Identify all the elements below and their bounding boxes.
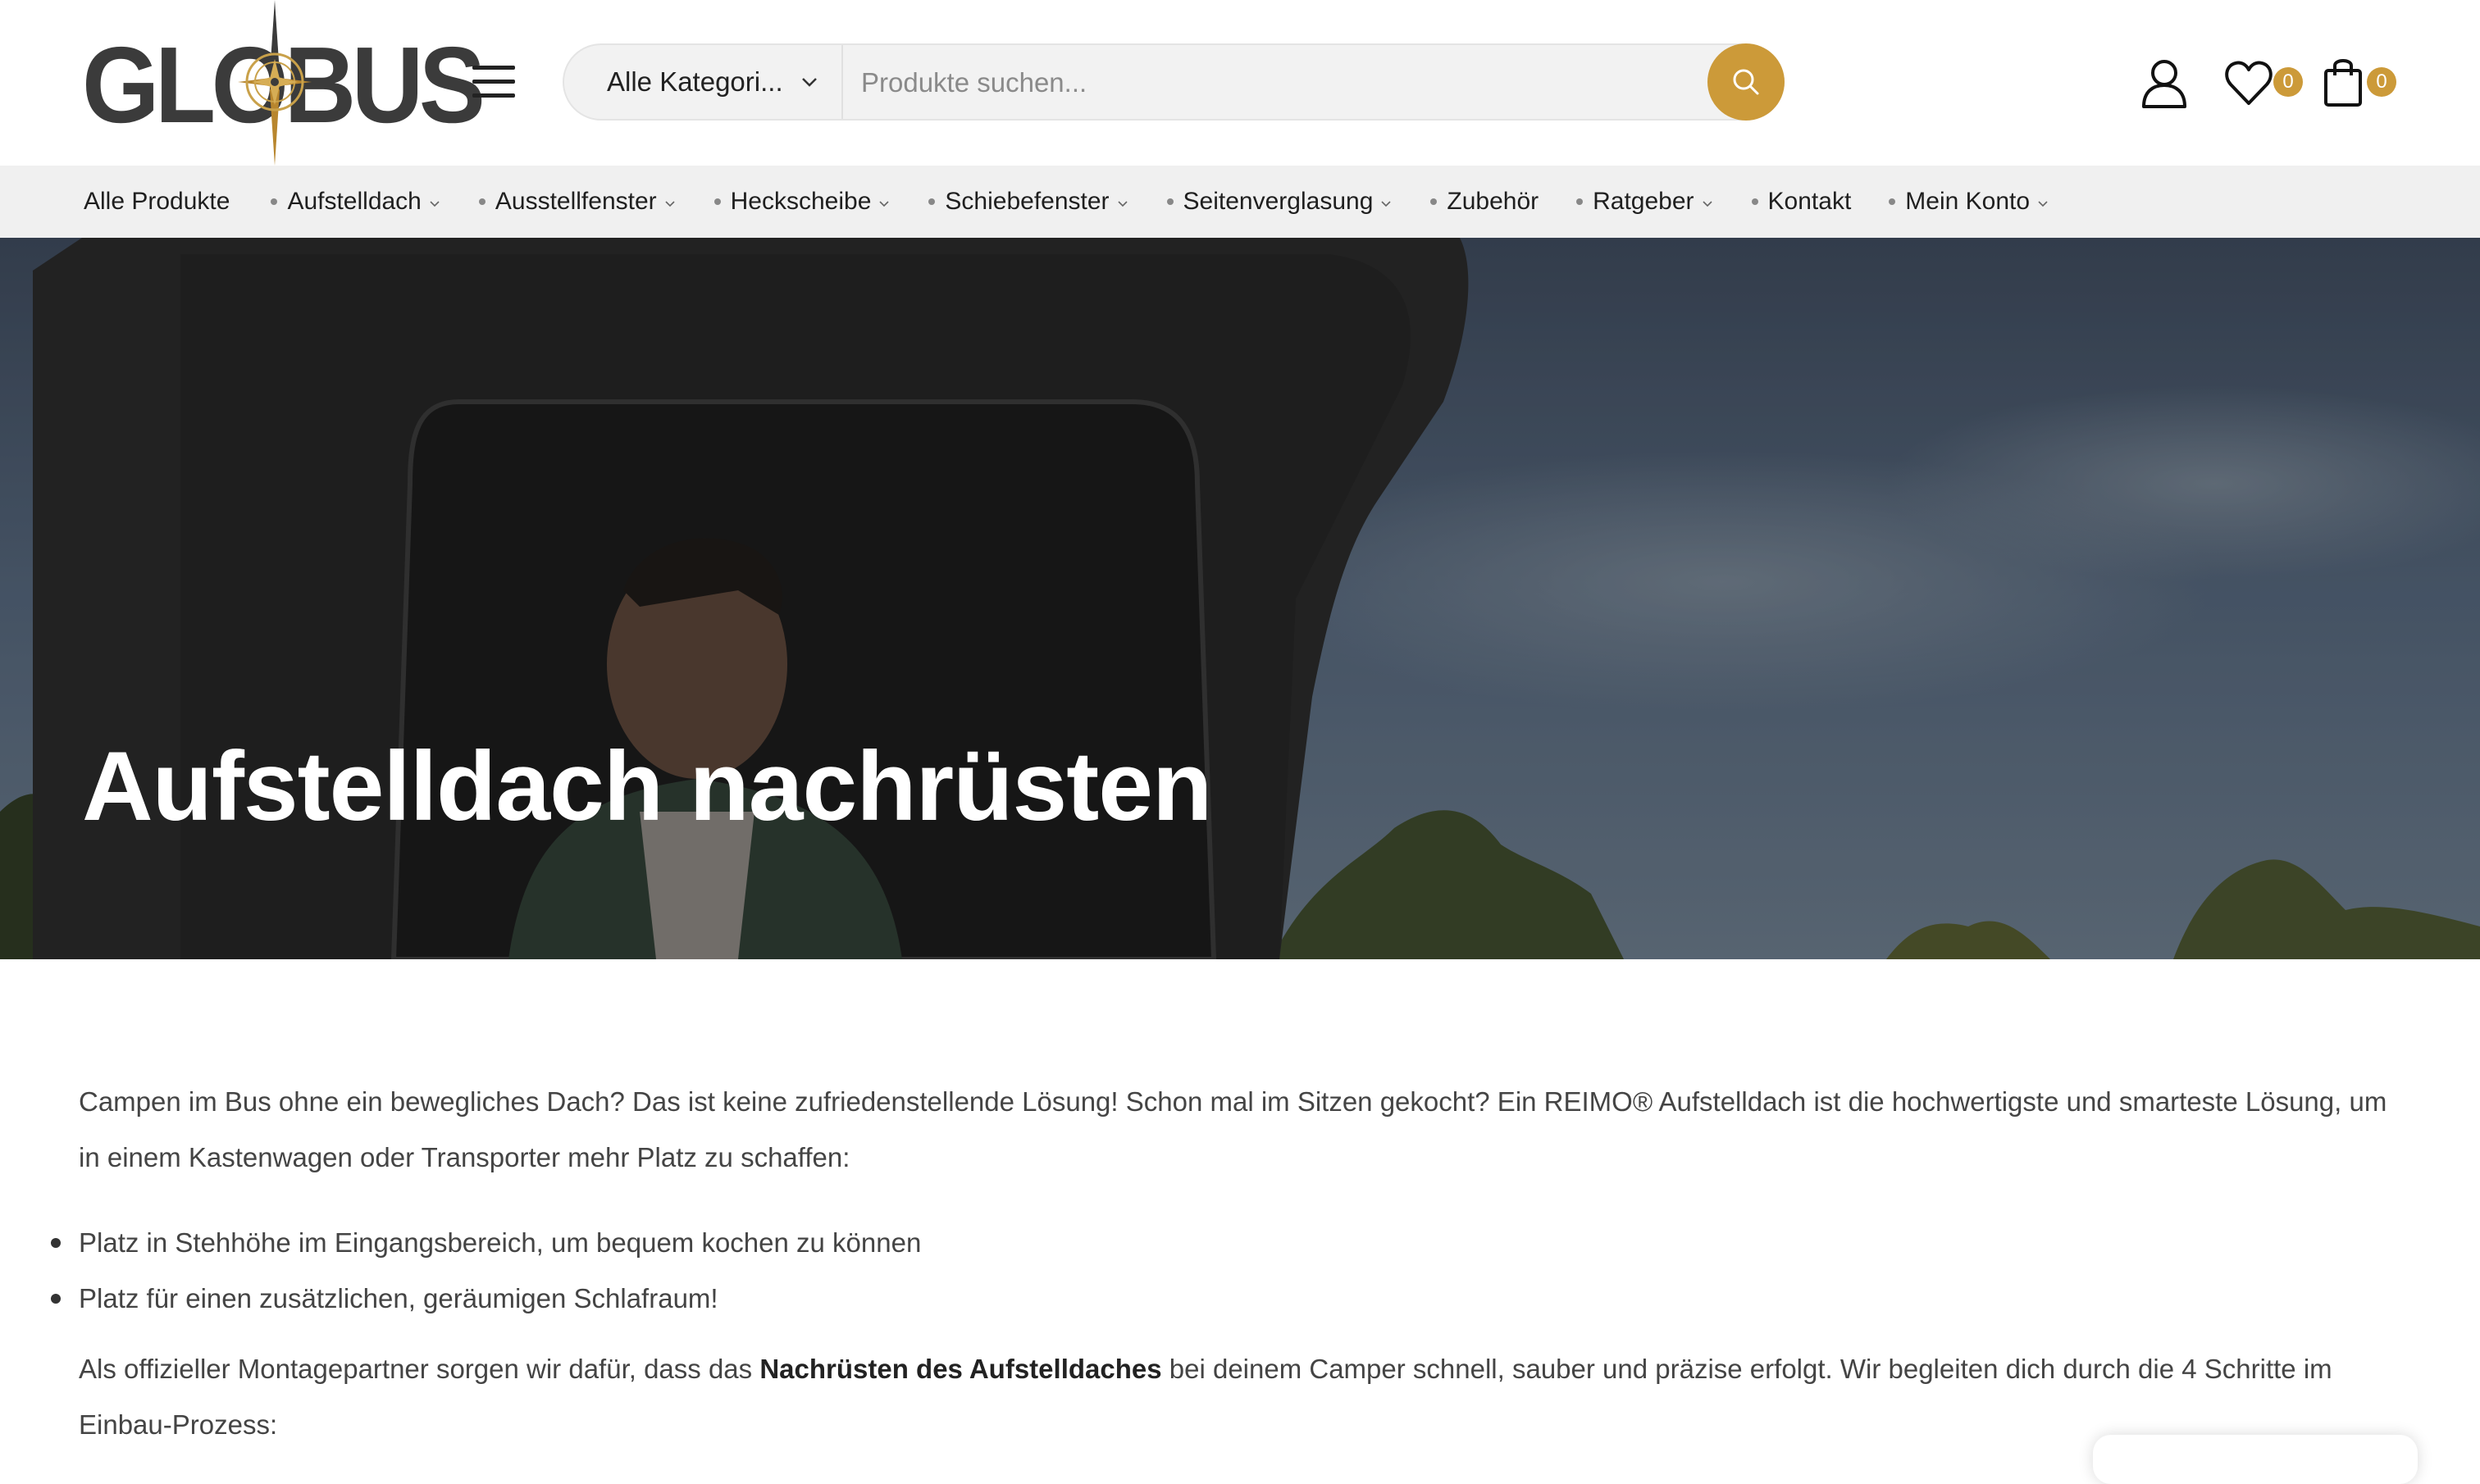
bullet-dot xyxy=(713,198,721,205)
list-item: Platz für einen zusätzlichen, geräumigen… xyxy=(51,1271,2391,1327)
search-bar: Alle Kategori... xyxy=(563,43,1785,121)
nav-item-zubehoer[interactable]: Zubehör xyxy=(1430,188,1539,216)
chevron-down-icon xyxy=(665,201,675,207)
chevron-down-icon xyxy=(802,78,817,87)
nav-item-seitenverglasung[interactable]: Seitenverglasung xyxy=(1166,188,1393,216)
nav-item-label: Seitenverglasung xyxy=(1183,188,1374,215)
search-input[interactable] xyxy=(859,45,1683,121)
cart-count-badge: 0 xyxy=(2367,67,2396,97)
bullet-dot xyxy=(1166,198,1174,205)
nav-item-alle-produkte[interactable]: Alle Produkte xyxy=(84,188,230,216)
nav-item-ratgeber[interactable]: Ratgeber xyxy=(1576,188,1713,216)
bullet-dot xyxy=(271,198,278,205)
search-button[interactable] xyxy=(1707,43,1785,121)
nav-item-kontakt[interactable]: Kontakt xyxy=(1751,188,1852,216)
shopping-bag-icon[interactable] xyxy=(2323,56,2364,107)
nav-item-label: Zubehör xyxy=(1447,188,1539,215)
bullet-dot xyxy=(928,198,936,205)
nav-item-label: Kontakt xyxy=(1767,188,1852,215)
category-select[interactable]: Alle Kategori... xyxy=(564,45,843,119)
nav-item-label: Alle Produkte xyxy=(84,188,230,215)
nav-item-label: Ausstellfenster xyxy=(495,188,657,215)
hero-background-image xyxy=(0,238,2480,959)
nav-item-schiebefenster[interactable]: Schiebefenster xyxy=(928,188,1128,216)
nav-item-label: Heckscheibe xyxy=(730,188,872,215)
chevron-down-icon xyxy=(1117,201,1128,207)
article-content: Campen im Bus ohne ein bewegliches Dach?… xyxy=(51,1074,2391,1453)
bullet-dot xyxy=(1576,198,1584,205)
search-icon xyxy=(1733,69,1759,95)
benefits-list: Platz in Stehhöhe im Eingangsbereich, um… xyxy=(51,1215,2391,1327)
nav-item-ausstellfenster[interactable]: Ausstellfenster xyxy=(478,188,677,216)
bullet-dot xyxy=(1889,198,1896,205)
outro-highlight: Nachrüsten des Aufstelldaches xyxy=(759,1354,1162,1384)
nav-item-heckscheibe[interactable]: Heckscheibe xyxy=(713,188,891,216)
nav-item-aufstelldach[interactable]: Aufstelldach xyxy=(271,188,440,216)
page-title: Aufstelldach nachrüsten xyxy=(82,731,1212,841)
bullet-dot xyxy=(478,198,486,205)
globus-logo[interactable]: GLOBUS xyxy=(82,0,486,166)
hero-banner: Aufstelldach nachrüsten xyxy=(0,238,2480,959)
outro-paragraph: Als offizieller Montagepartner sorgen wi… xyxy=(79,1341,2391,1453)
chevron-down-icon xyxy=(2038,201,2048,207)
heart-icon[interactable] xyxy=(2224,59,2273,107)
bullet-dot xyxy=(1430,198,1438,205)
wishlist-count-badge: 0 xyxy=(2273,67,2303,97)
user-icon[interactable] xyxy=(2139,57,2190,108)
nav-item-label: Mein Konto xyxy=(1905,188,2031,215)
nav-item-label: Schiebefenster xyxy=(945,188,1110,215)
chevron-down-icon xyxy=(879,201,889,207)
nav-item-mein-konto[interactable]: Mein Konto xyxy=(1889,188,2049,216)
bullet-dot xyxy=(1751,198,1758,205)
chevron-down-icon xyxy=(430,201,440,207)
list-item: Platz in Stehhöhe im Eingangsbereich, um… xyxy=(51,1215,2391,1271)
intro-paragraph: Campen im Bus ohne ein bewegliches Dach?… xyxy=(79,1086,2387,1172)
chevron-down-icon xyxy=(1381,201,1391,207)
main-navigation: Alle Produkte Aufstelldach Ausstellfenst… xyxy=(0,166,2480,238)
nav-item-label: Ratgeber xyxy=(1593,188,1694,215)
floating-widget[interactable] xyxy=(2093,1435,2418,1484)
nav-item-label: Aufstelldach xyxy=(287,188,422,215)
category-select-label: Alle Kategori... xyxy=(607,66,783,97)
outro-text-start: Als offizieller Montagepartner sorgen wi… xyxy=(79,1354,760,1384)
compass-icon xyxy=(238,0,312,166)
chevron-down-icon xyxy=(1702,201,1712,207)
site-header: GLOBUS Alle Kategori... Produkte suchen.… xyxy=(0,0,2480,166)
menu-icon[interactable] xyxy=(472,66,515,98)
